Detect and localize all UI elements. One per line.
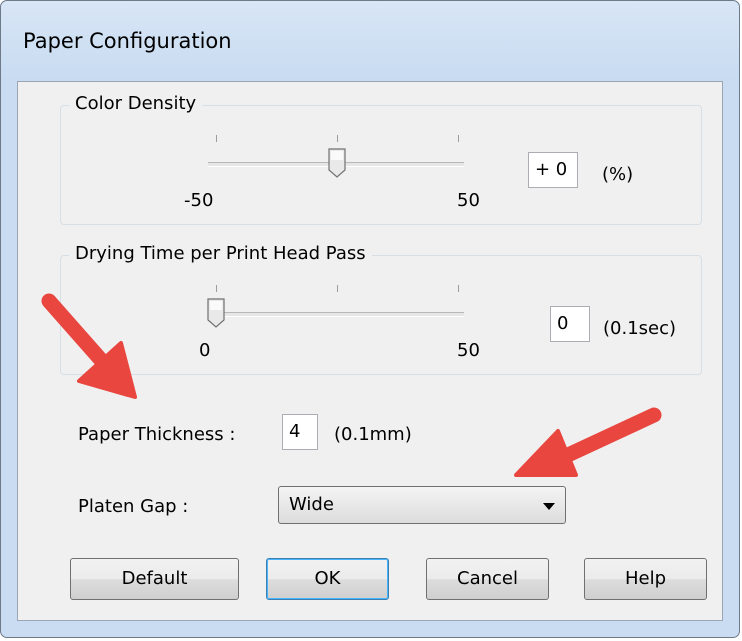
color-density-max-label: 50 bbox=[457, 190, 480, 211]
callout-arrow-icon bbox=[514, 407, 662, 477]
drying-time-legend: Drying Time per Print Head Pass bbox=[69, 243, 372, 264]
color-density-min-label: -50 bbox=[184, 190, 214, 211]
paper-configuration-window: Paper Configuration Color Density -50 50… bbox=[0, 0, 740, 638]
color-density-unit: (%) bbox=[602, 164, 634, 185]
paper-thickness-field[interactable]: 4 bbox=[282, 414, 318, 450]
ok-button[interactable]: OK bbox=[266, 558, 389, 600]
paper-thickness-unit: (0.1mm) bbox=[334, 424, 412, 445]
drying-time-min-label: 0 bbox=[199, 340, 211, 361]
title-bar[interactable]: Paper Configuration bbox=[1, 1, 739, 81]
drying-time-value-field[interactable]: 0 bbox=[550, 306, 590, 342]
color-density-slider-thumb[interactable] bbox=[328, 148, 346, 178]
paper-thickness-label: Paper Thickness : bbox=[78, 424, 236, 445]
callout-arrow-icon bbox=[41, 293, 137, 399]
slider-tick bbox=[216, 285, 217, 292]
platen-gap-label: Platen Gap : bbox=[78, 496, 189, 517]
cancel-button[interactable]: Cancel bbox=[426, 558, 549, 600]
color-density-value-field[interactable]: + 0 bbox=[528, 152, 578, 188]
drying-time-group: Drying Time per Print Head Pass 0 50 0 (… bbox=[60, 243, 702, 375]
help-button[interactable]: Help bbox=[584, 558, 707, 600]
slider-tick bbox=[337, 135, 338, 142]
platen-gap-selected-value: Wide bbox=[289, 494, 334, 515]
color-density-group: Color Density -50 50 + 0 (%) bbox=[60, 93, 702, 225]
dropdown-arrow-icon bbox=[543, 503, 555, 510]
color-density-legend: Color Density bbox=[69, 93, 203, 114]
slider-tick bbox=[337, 285, 338, 292]
default-button[interactable]: Default bbox=[70, 558, 239, 600]
drying-time-max-label: 50 bbox=[457, 340, 480, 361]
drying-time-slider-thumb[interactable] bbox=[207, 298, 225, 328]
drying-time-unit: (0.1sec) bbox=[603, 318, 677, 339]
drying-time-slider-track[interactable] bbox=[208, 312, 464, 317]
slider-tick bbox=[216, 135, 217, 142]
window-title: Paper Configuration bbox=[23, 29, 232, 53]
slider-tick bbox=[458, 285, 459, 292]
slider-tick bbox=[458, 135, 459, 142]
